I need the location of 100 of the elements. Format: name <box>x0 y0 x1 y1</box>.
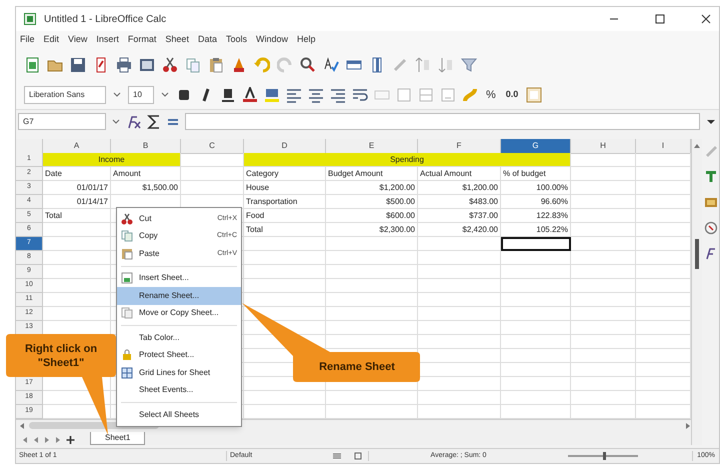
menu-item[interactable]: File <box>20 33 35 47</box>
menu-item[interactable]: Grid Lines for Sheet <box>117 364 241 382</box>
wrap-text-icon[interactable] <box>352 87 368 103</box>
column-header[interactable]: E <box>326 139 418 154</box>
sort-ascending-icon[interactable] <box>415 57 431 73</box>
table-cell <box>571 335 636 349</box>
name-box[interactable]: G7 <box>18 113 106 130</box>
menu-item[interactable]: Insert <box>96 33 119 47</box>
menu-item[interactable]: Protect Sheet... <box>117 346 241 364</box>
column-header[interactable]: G <box>501 139 571 154</box>
table-cell: Transportation <box>244 195 326 209</box>
navigator-icon[interactable] <box>704 221 718 235</box>
table-cell <box>181 153 244 167</box>
column-header[interactable]: I <box>636 139 691 154</box>
sheet-tab[interactable]: Sheet1 <box>90 432 146 445</box>
close-icon[interactable] <box>701 14 711 24</box>
brush-icon[interactable] <box>231 57 247 73</box>
table-cell: $500.00 <box>326 195 418 209</box>
table-cell <box>181 167 244 181</box>
align-left-icon[interactable] <box>286 87 302 103</box>
menu-item-label: Sheet Events... <box>139 384 194 396</box>
menu-item[interactable]: Help <box>297 33 316 47</box>
table-cell: Actual Amount <box>418 167 501 181</box>
column-header[interactable]: B <box>111 139 181 154</box>
table-cell: $2,420.00 <box>418 223 501 237</box>
table-cell <box>571 153 636 167</box>
underline-icon[interactable] <box>220 87 236 103</box>
gallery-icon[interactable] <box>704 195 718 209</box>
column-header[interactable]: D <box>244 139 326 154</box>
table-cell: 105.22% <box>501 223 571 237</box>
font-color-icon[interactable] <box>242 87 258 103</box>
number-format-button[interactable]: 0.0 <box>504 88 520 102</box>
menu-item-label: Copy <box>139 230 159 242</box>
callout-text: Right click on "Sheet1" <box>24 342 98 370</box>
function-wizard-icon[interactable] <box>126 114 142 130</box>
menu-item[interactable]: View <box>68 33 88 47</box>
print-preview-icon[interactable] <box>139 57 155 73</box>
sum-icon[interactable] <box>147 114 161 130</box>
previous-sheet-icon[interactable] <box>33 435 39 445</box>
maximize-icon[interactable] <box>655 14 665 24</box>
copy-icon[interactable] <box>185 57 201 73</box>
scroll-left-icon[interactable] <box>19 422 25 430</box>
next-sheet-icon[interactable] <box>44 435 50 445</box>
menu-item[interactable]: Insert Sheet... <box>117 270 241 287</box>
table-cell <box>571 391 636 405</box>
table-cell: House <box>244 181 326 195</box>
menu-item-label: Cut <box>139 212 152 225</box>
menu-item-label: Paste <box>139 248 160 260</box>
menu-item[interactable]: Sheet <box>165 33 189 47</box>
column-header[interactable]: H <box>571 139 636 154</box>
filter-icon[interactable] <box>461 57 477 73</box>
percent-format-button[interactable]: % <box>484 86 498 104</box>
new-document-icon[interactable] <box>24 57 40 73</box>
menu-item[interactable]: Tools <box>226 33 247 47</box>
slider-thumb[interactable] <box>603 452 606 460</box>
clipboard-icon[interactable] <box>208 57 224 73</box>
table-cell <box>501 279 571 293</box>
text-icon[interactable] <box>704 169 718 183</box>
first-sheet-icon[interactable] <box>22 435 28 445</box>
formula-input-field[interactable] <box>185 113 700 130</box>
add-decimal-icon[interactable] <box>526 87 542 103</box>
font-size-field[interactable]: 10 <box>128 86 154 104</box>
table-cell: $2,300.00 <box>326 223 418 237</box>
clipboard-icon <box>121 248 133 260</box>
scroll-up-icon[interactable] <box>693 143 701 149</box>
highlight-icon[interactable] <box>264 87 280 103</box>
app-icon <box>24 13 36 25</box>
find-replace-icon[interactable] <box>300 57 316 73</box>
table-cell <box>501 349 571 363</box>
menu-item[interactable]: Data <box>198 33 217 47</box>
save-icon[interactable] <box>70 57 86 73</box>
function-icon[interactable] <box>704 247 718 261</box>
menu-item[interactable]: Window <box>256 33 288 47</box>
add-sheet-icon[interactable] <box>66 435 75 445</box>
table-cell: $600.00 <box>326 209 418 223</box>
copy-icon <box>121 230 133 242</box>
scissors-icon[interactable] <box>162 57 178 73</box>
sort-descending-icon[interactable] <box>438 57 454 73</box>
menu-item[interactable]: Format <box>128 33 156 47</box>
scrollbar-thumb[interactable] <box>695 239 699 269</box>
printer-icon[interactable] <box>116 57 132 73</box>
menu-item[interactable]: Edit <box>44 33 60 47</box>
selected-cell[interactable] <box>501 237 571 251</box>
column-header[interactable]: C <box>181 139 244 154</box>
column-header[interactable]: F <box>418 139 501 154</box>
last-sheet-icon[interactable] <box>55 435 61 445</box>
menu-item[interactable]: Rename Sheet... <box>117 287 241 304</box>
menu-item[interactable]: Select All Sheets <box>117 406 241 424</box>
menu-item[interactable]: Move or Copy Sheet... <box>117 304 241 322</box>
table-cell: Amount <box>111 167 181 181</box>
align-right-icon[interactable] <box>330 87 346 103</box>
table-cell: 122.83% <box>501 209 571 223</box>
menu-item[interactable]: Sheet Events... <box>117 382 241 399</box>
bold-icon[interactable] <box>176 87 192 103</box>
align-center-icon[interactable] <box>308 87 324 103</box>
column-header[interactable]: A <box>43 139 111 154</box>
table-cell: Income <box>43 153 181 167</box>
spellcheck-icon[interactable] <box>323 57 339 73</box>
menu-item[interactable]: Tab Color... <box>117 329 241 346</box>
font-name-field[interactable]: Liberation Sans <box>24 86 106 104</box>
